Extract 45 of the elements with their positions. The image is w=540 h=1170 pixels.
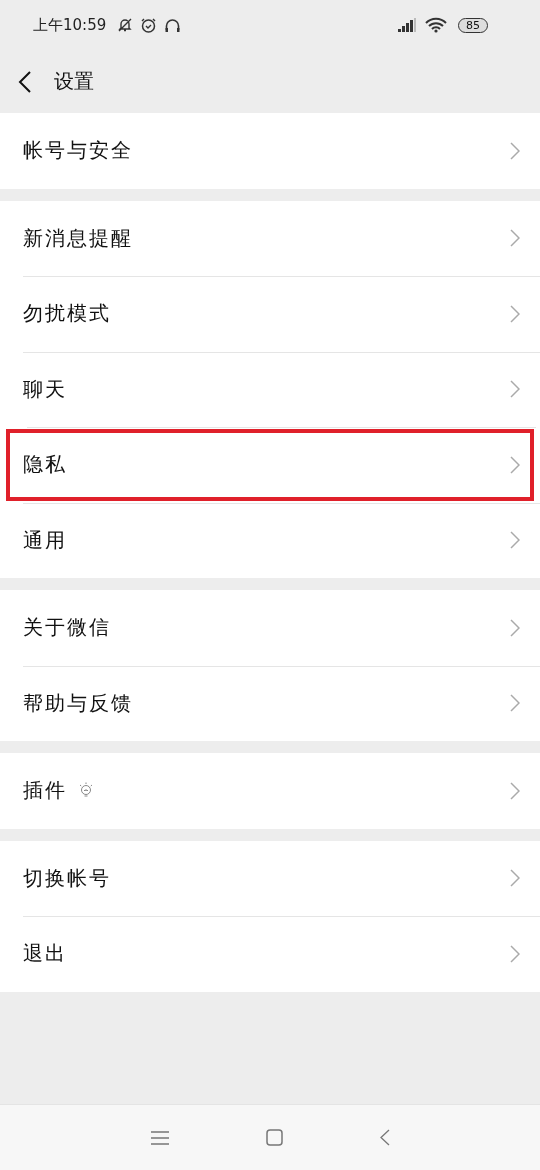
row-label: 勿扰模式 — [23, 300, 111, 328]
alarm-icon — [140, 16, 158, 34]
settings-row[interactable]: 聊天 — [0, 351, 540, 427]
row-label: 新消息提醒 — [23, 224, 133, 252]
chevron-right-icon — [510, 141, 520, 160]
row-label: 退出 — [23, 940, 67, 968]
chevron-right-icon — [510, 531, 520, 550]
signal-icon — [398, 18, 418, 32]
settings-row[interactable]: 退出 — [0, 916, 540, 992]
headphones-icon — [164, 16, 182, 34]
row-label: 帮助与反馈 — [23, 689, 133, 717]
back-icon[interactable] — [379, 1129, 390, 1146]
battery-level: 85 — [458, 17, 488, 33]
bell-off-icon — [117, 17, 134, 33]
settings-row[interactable]: 帐号与安全 — [0, 113, 540, 189]
chevron-right-icon — [510, 694, 520, 713]
lightbulb-icon — [79, 782, 93, 800]
settings-row[interactable]: 切换帐号 — [0, 840, 540, 916]
settings-row[interactable]: 隐私 — [4, 427, 536, 503]
settings-row[interactable]: 插件 — [0, 753, 540, 829]
settings-row[interactable]: 勿扰模式 — [0, 276, 540, 352]
page-title: 设置 — [54, 68, 94, 95]
row-label: 通用 — [23, 526, 67, 554]
settings-row[interactable]: 关于微信 — [0, 590, 540, 666]
row-label: 关于微信 — [23, 614, 111, 642]
chevron-right-icon — [510, 229, 520, 248]
row-label: 聊天 — [23, 375, 67, 403]
chevron-right-icon — [510, 304, 520, 323]
chevron-right-icon — [510, 944, 520, 963]
home-icon[interactable] — [265, 1129, 283, 1146]
chevron-right-icon — [510, 380, 520, 399]
row-label: 插件 — [23, 777, 67, 805]
wifi-icon — [425, 17, 447, 33]
settings-row[interactable]: 通用 — [0, 502, 540, 578]
chevron-right-icon — [510, 618, 520, 637]
chevron-right-icon — [510, 781, 520, 800]
menu-icon[interactable] — [150, 1130, 169, 1145]
settings-row[interactable]: 帮助与反馈 — [0, 665, 540, 741]
row-label: 帐号与安全 — [23, 137, 133, 165]
chevron-right-icon — [510, 455, 520, 474]
row-label: 切换帐号 — [23, 864, 111, 892]
status-time: 上午10:59 — [33, 15, 107, 35]
settings-row[interactable]: 新消息提醒 — [0, 200, 540, 276]
row-label: 隐私 — [23, 451, 67, 479]
chevron-right-icon — [510, 869, 520, 888]
